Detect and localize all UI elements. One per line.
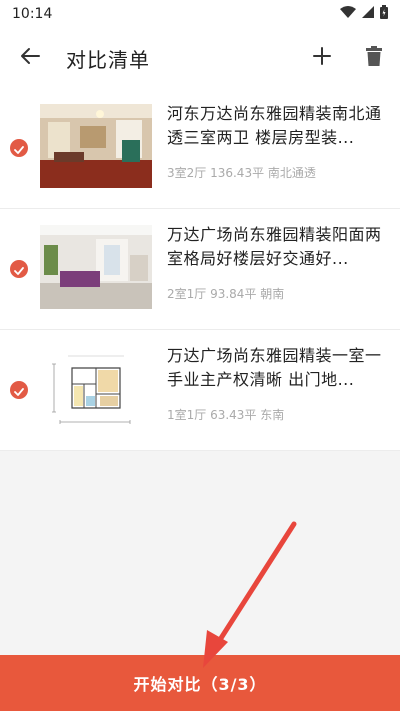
plus-icon (313, 47, 331, 69)
check-icon (14, 260, 24, 279)
item-info: 河东万达尚东雅园精装南北通透三室两卫 楼层房型装... 3室2厅 136.43平… (167, 102, 387, 181)
living-room-photo (40, 225, 152, 309)
compare-list: 河东万达尚东雅园精装南北通透三室两卫 楼层房型装... 3室2厅 136.43平… (0, 88, 400, 451)
living-room-photo (40, 104, 152, 188)
item-title: 万达广场尚东雅园精装阳面两室格局好楼层好交通好... (167, 225, 382, 268)
status-icons (340, 5, 388, 23)
item-info: 万达广场尚东雅园精装阳面两室格局好楼层好交通好... 2室1厅 93.84平 朝… (167, 223, 387, 302)
item-meta: 1室1厅 63.43平 东南 (167, 408, 285, 422)
battery-icon (380, 5, 388, 23)
list-item[interactable]: 万达广场尚东雅园精装一室一手业主产权清晰 出门地... 1室1厅 63.43平 … (0, 330, 400, 451)
item-checkbox[interactable] (10, 139, 28, 157)
item-checkbox[interactable] (10, 381, 28, 399)
check-icon (14, 381, 24, 400)
delete-button[interactable] (348, 28, 400, 88)
status-bar: 10:14 (0, 0, 400, 28)
check-icon (14, 139, 24, 158)
back-button[interactable] (0, 28, 60, 88)
signal-icon (362, 6, 374, 22)
item-checkbox[interactable] (10, 260, 28, 278)
list-item[interactable]: 河东万达尚东雅园精装南北通透三室两卫 楼层房型装... 3室2厅 136.43平… (0, 88, 400, 209)
item-title: 万达广场尚东雅园精装一室一手业主产权清晰 出门地... (167, 346, 382, 389)
list-item[interactable]: 万达广场尚东雅园精装阳面两室格局好楼层好交通好... 2室1厅 93.84平 朝… (0, 209, 400, 330)
status-time: 10:14 (12, 6, 53, 22)
page-title: 对比清单 (66, 47, 150, 72)
arrow-left-icon (20, 47, 40, 69)
item-meta: 3室2厅 136.43平 南北通透 (167, 166, 316, 180)
trash-icon (366, 46, 382, 70)
add-button[interactable] (296, 28, 348, 88)
item-title: 河东万达尚东雅园精装南北通透三室两卫 楼层房型装... (167, 104, 382, 147)
start-compare-button[interactable]: 开始对比（3/3） (0, 655, 400, 711)
floor-plan-image (40, 346, 152, 430)
app-toolbar: 对比清单 (0, 28, 400, 88)
item-info: 万达广场尚东雅园精装一室一手业主产权清晰 出门地... 1室1厅 63.43平 … (167, 344, 387, 423)
wifi-icon (340, 6, 356, 22)
item-meta: 2室1厅 93.84平 朝南 (167, 287, 285, 301)
